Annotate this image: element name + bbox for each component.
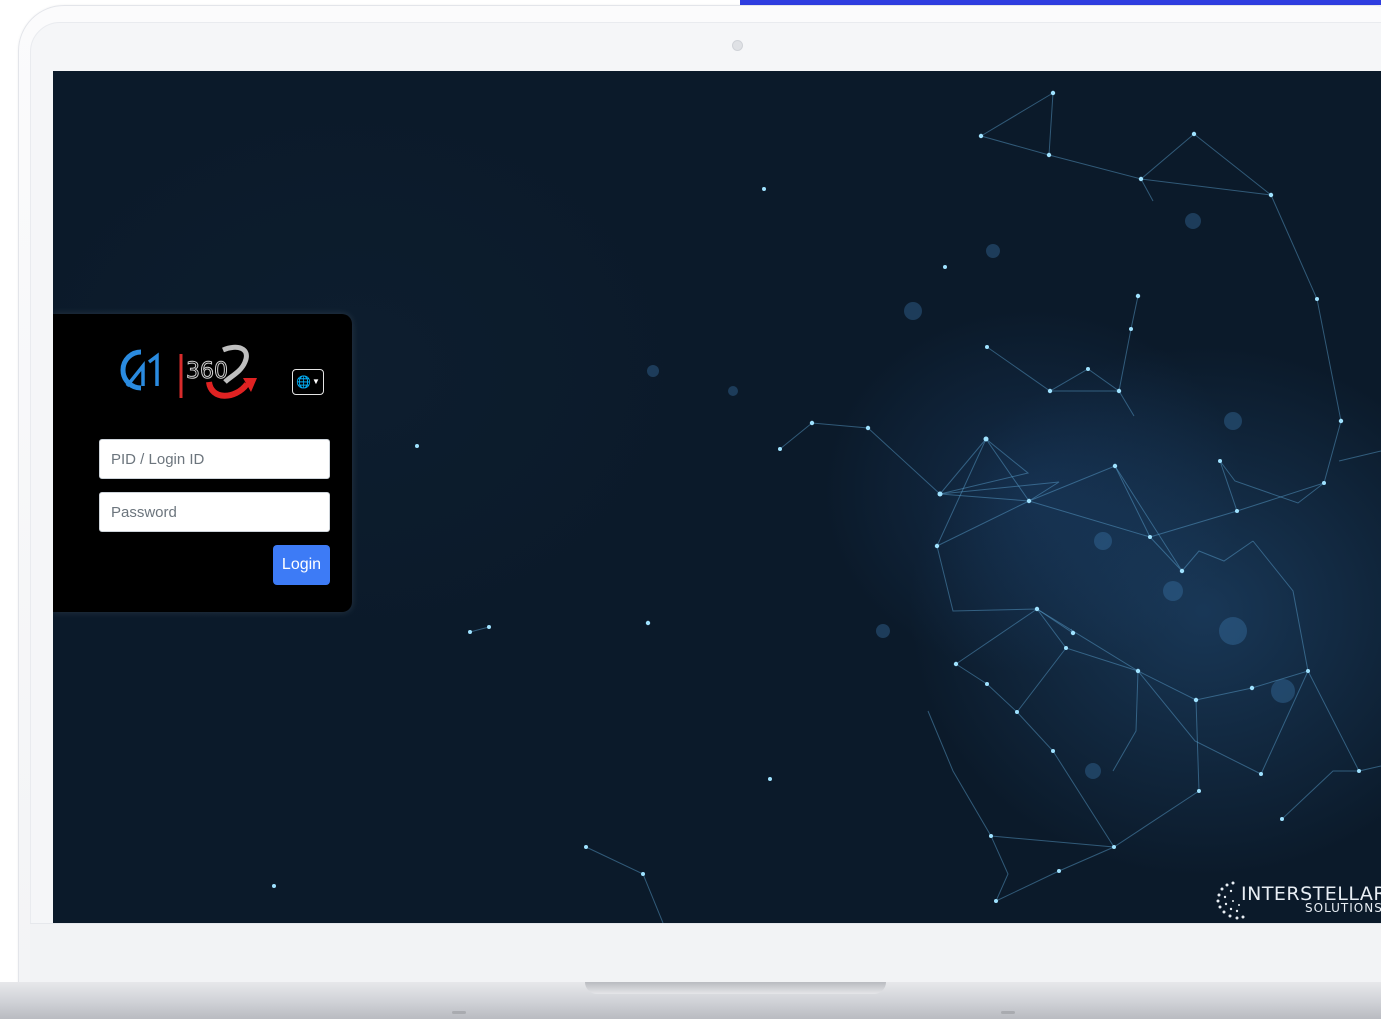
laptop-hinge [585, 982, 886, 994]
app-screen: 360 🌐 ▼ Login INTERSTELLAR SOLUTIONS [53, 71, 1381, 923]
login-card: 360 🌐 ▼ Login [53, 314, 352, 612]
interstellar-tagline: SOLUTIONS [1305, 901, 1381, 915]
pid-login-input[interactable] [99, 439, 330, 479]
login-button[interactable]: Login [273, 545, 330, 585]
laptop-chin [30, 923, 1381, 982]
language-dropdown-button[interactable]: 🌐 ▼ [292, 369, 324, 395]
svg-text:360: 360 [186, 359, 228, 384]
webcam [732, 40, 743, 51]
password-input[interactable] [99, 492, 330, 532]
g21-360-logo: 360 [120, 344, 257, 399]
globe-icon: 🌐 [296, 375, 312, 389]
laptop-foot-left [452, 1011, 466, 1014]
chevron-down-icon: ▼ [312, 377, 320, 386]
interstellar-solutions-logo: INTERSTELLAR SOLUTIONS [1213, 877, 1381, 923]
laptop-foot-right [1001, 1011, 1015, 1014]
